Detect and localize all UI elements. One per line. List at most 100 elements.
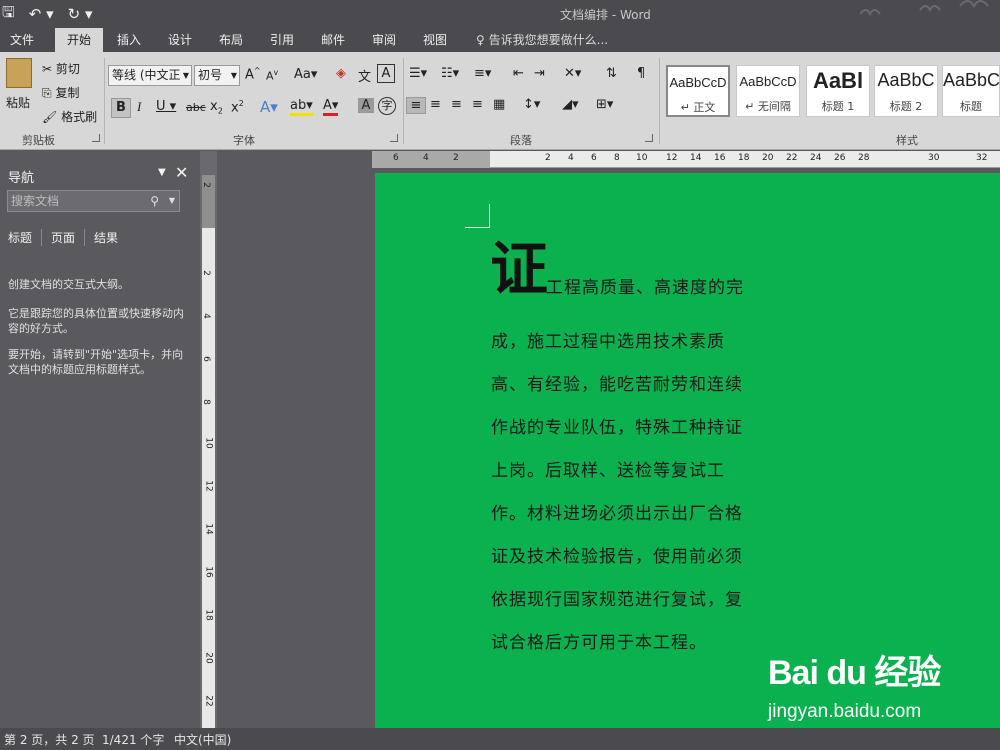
align-right-icon[interactable]: ≡ bbox=[451, 97, 462, 112]
group-separator bbox=[403, 58, 404, 144]
change-case-button[interactable]: Aa▾ bbox=[294, 67, 317, 82]
tab-layout[interactable]: 布局 bbox=[209, 28, 253, 52]
quick-access-toolbar: 🖫 ↶ ▾ ↻ ▾ bbox=[0, 0, 93, 28]
phonetic-guide-button[interactable]: 文 bbox=[358, 66, 371, 85]
copy-icon: ⎘ bbox=[42, 86, 52, 100]
tell-me-box[interactable]: ♀ 告诉我您想要做什么... bbox=[476, 28, 608, 52]
numbering-icon[interactable]: ☷▾ bbox=[441, 66, 459, 81]
body-line: 试合格后方可用于本工程。 bbox=[491, 633, 707, 653]
font-name-combo[interactable]: 等线 (中文正 ▼ bbox=[108, 65, 192, 86]
borders-icon[interactable]: ⊞▾ bbox=[596, 97, 613, 112]
word-count[interactable]: 1/421 个字 bbox=[102, 731, 164, 748]
hruler-number: 2 bbox=[453, 153, 459, 163]
body-line: 依据现行国家规范进行复试，复 bbox=[491, 590, 743, 610]
language[interactable]: 中文(中国) bbox=[174, 731, 231, 748]
chevron-down-icon: ▼ bbox=[182, 71, 189, 80]
tab-view[interactable]: 视图 bbox=[413, 28, 457, 52]
nav-tab-results[interactable]: 结果 bbox=[85, 229, 127, 246]
bullets-icon[interactable]: ☰▾ bbox=[409, 66, 427, 81]
tab-mailings[interactable]: 邮件 bbox=[311, 28, 355, 52]
chinese-layout-icon[interactable]: ✕▾ bbox=[564, 66, 581, 81]
group-separator bbox=[659, 58, 660, 144]
distribute-icon[interactable]: ▦ bbox=[493, 97, 505, 112]
paste-icon[interactable] bbox=[6, 58, 32, 88]
text-effects-icon[interactable]: A▾ bbox=[260, 98, 278, 116]
style-title[interactable]: AaBbC 标题 bbox=[942, 65, 1000, 117]
tab-review[interactable]: 审阅 bbox=[362, 28, 406, 52]
vruler-number: 16 bbox=[203, 566, 214, 578]
hruler-number: 4 bbox=[423, 153, 429, 163]
drop-cap: 证 bbox=[490, 235, 549, 303]
style-normal[interactable]: AaBbCcD ↵ 正文 bbox=[666, 65, 730, 117]
tab-references[interactable]: 引用 bbox=[260, 28, 304, 52]
format-painter-button[interactable]: 🖌 格式刷 bbox=[42, 108, 97, 125]
body-line: 成，施工过程中选用技术素质 bbox=[491, 332, 725, 352]
clipboard-launcher-icon[interactable] bbox=[92, 134, 100, 142]
clipboard-group-label: 剪贴板 bbox=[22, 134, 55, 147]
paragraph-group-label: 段落 bbox=[510, 134, 532, 147]
subscript-button[interactable]: x2 bbox=[210, 99, 223, 116]
search-icon[interactable]: ⚲ bbox=[150, 191, 159, 211]
style-heading-1[interactable]: AaBl 标题 1 bbox=[806, 65, 870, 117]
redo-icon[interactable]: ↻ ▾ bbox=[68, 5, 93, 23]
align-center-icon[interactable]: ≡ bbox=[430, 97, 441, 112]
hruler-number: 12 bbox=[666, 153, 678, 163]
underline-button[interactable]: U ▾ bbox=[156, 99, 176, 114]
char-shading-icon[interactable]: A bbox=[358, 98, 374, 113]
copy-button[interactable]: ⎘ 复制 bbox=[42, 84, 79, 101]
highlight-icon[interactable]: ab▾ bbox=[290, 98, 313, 116]
multilevel-list-icon[interactable]: ≡▾ bbox=[474, 66, 491, 81]
shading-icon[interactable]: ◢▾ bbox=[562, 97, 579, 112]
increase-indent-icon[interactable]: ⇥ bbox=[534, 66, 545, 81]
hruler-number: 4 bbox=[568, 153, 574, 163]
justify-icon[interactable]: ≡ bbox=[472, 97, 483, 112]
vruler-number: 2 bbox=[200, 182, 211, 188]
tab-insert[interactable]: 插入 bbox=[107, 28, 151, 52]
body-line: 上岗。后取样、送检等复试工 bbox=[491, 461, 725, 481]
vruler-number: 10 bbox=[203, 437, 214, 449]
nav-help-text-3: 要开始，请转到"开始"选项卡，并向文档中的标题应用标题样式。 bbox=[8, 348, 184, 376]
decrease-indent-icon[interactable]: ⇤ bbox=[513, 66, 524, 81]
grow-font-icon[interactable]: A^ bbox=[245, 66, 261, 82]
paste-button[interactable]: 粘贴 bbox=[6, 94, 30, 111]
font-size-combo[interactable]: 初号 ▼ bbox=[194, 65, 240, 86]
strikethrough-button[interactable]: abc bbox=[186, 101, 206, 114]
style-no-spacing[interactable]: AaBbCcD ↵ 无间隔 bbox=[736, 65, 800, 117]
line-spacing-icon[interactable]: ↕▾ bbox=[523, 97, 540, 112]
paragraph-launcher-icon[interactable] bbox=[645, 134, 653, 142]
align-left-icon[interactable]: ≡ bbox=[406, 97, 426, 114]
font-color-icon[interactable]: A▾ bbox=[323, 98, 339, 116]
bold-button[interactable]: B bbox=[111, 98, 131, 118]
font-launcher-icon[interactable] bbox=[390, 134, 398, 142]
italic-button[interactable]: I bbox=[137, 99, 141, 115]
clear-format-icon[interactable]: ◈ bbox=[336, 66, 346, 81]
ribbon-tabs: 文件 开始 插入 设计 布局 引用 邮件 审阅 视图 ♀ 告诉我您想要做什么..… bbox=[0, 28, 1000, 52]
sort-icon[interactable]: ⇅ bbox=[606, 66, 617, 81]
search-input[interactable]: 搜索文档 ⚲ ▼ bbox=[7, 190, 180, 212]
vruler-number: 20 bbox=[203, 652, 214, 664]
hruler-number: 6 bbox=[591, 153, 597, 163]
superscript-button[interactable]: x2 bbox=[231, 99, 244, 115]
save-icon[interactable]: 🖫 bbox=[2, 2, 15, 27]
enclose-char-icon[interactable]: 字 bbox=[378, 97, 396, 115]
tab-home[interactable]: 开始 bbox=[55, 28, 103, 52]
vruler-number: 2 bbox=[200, 270, 211, 276]
undo-icon[interactable]: ↶ ▾ bbox=[29, 5, 54, 23]
char-border-icon[interactable]: A bbox=[377, 64, 395, 83]
show-marks-icon[interactable]: ¶ bbox=[637, 66, 645, 81]
hruler-number: 30 bbox=[928, 153, 940, 163]
chevron-down-icon[interactable]: ▼ bbox=[169, 191, 175, 211]
nav-tab-pages[interactable]: 页面 bbox=[42, 229, 86, 246]
nav-help-text-1: 创建文档的交互式大纲。 bbox=[8, 278, 129, 291]
style-heading-2[interactable]: AaBbC 标题 2 bbox=[874, 65, 938, 117]
close-icon[interactable]: ✕ bbox=[175, 163, 188, 182]
tab-file[interactable]: 文件 bbox=[0, 28, 44, 52]
page-count[interactable]: 第 2 页，共 2 页 bbox=[4, 731, 95, 748]
hruler-number: 14 bbox=[690, 153, 702, 163]
chevron-down-icon[interactable]: ▼ bbox=[158, 167, 166, 178]
nav-tab-headings[interactable]: 标题 bbox=[8, 229, 43, 246]
nav-help-text-2: 它是跟踪您的具体位置或快速移动内容的好方式。 bbox=[8, 307, 184, 335]
tab-design[interactable]: 设计 bbox=[158, 28, 202, 52]
cut-button[interactable]: ✂ 剪切 bbox=[42, 60, 80, 77]
shrink-font-icon[interactable]: Av bbox=[266, 68, 278, 83]
